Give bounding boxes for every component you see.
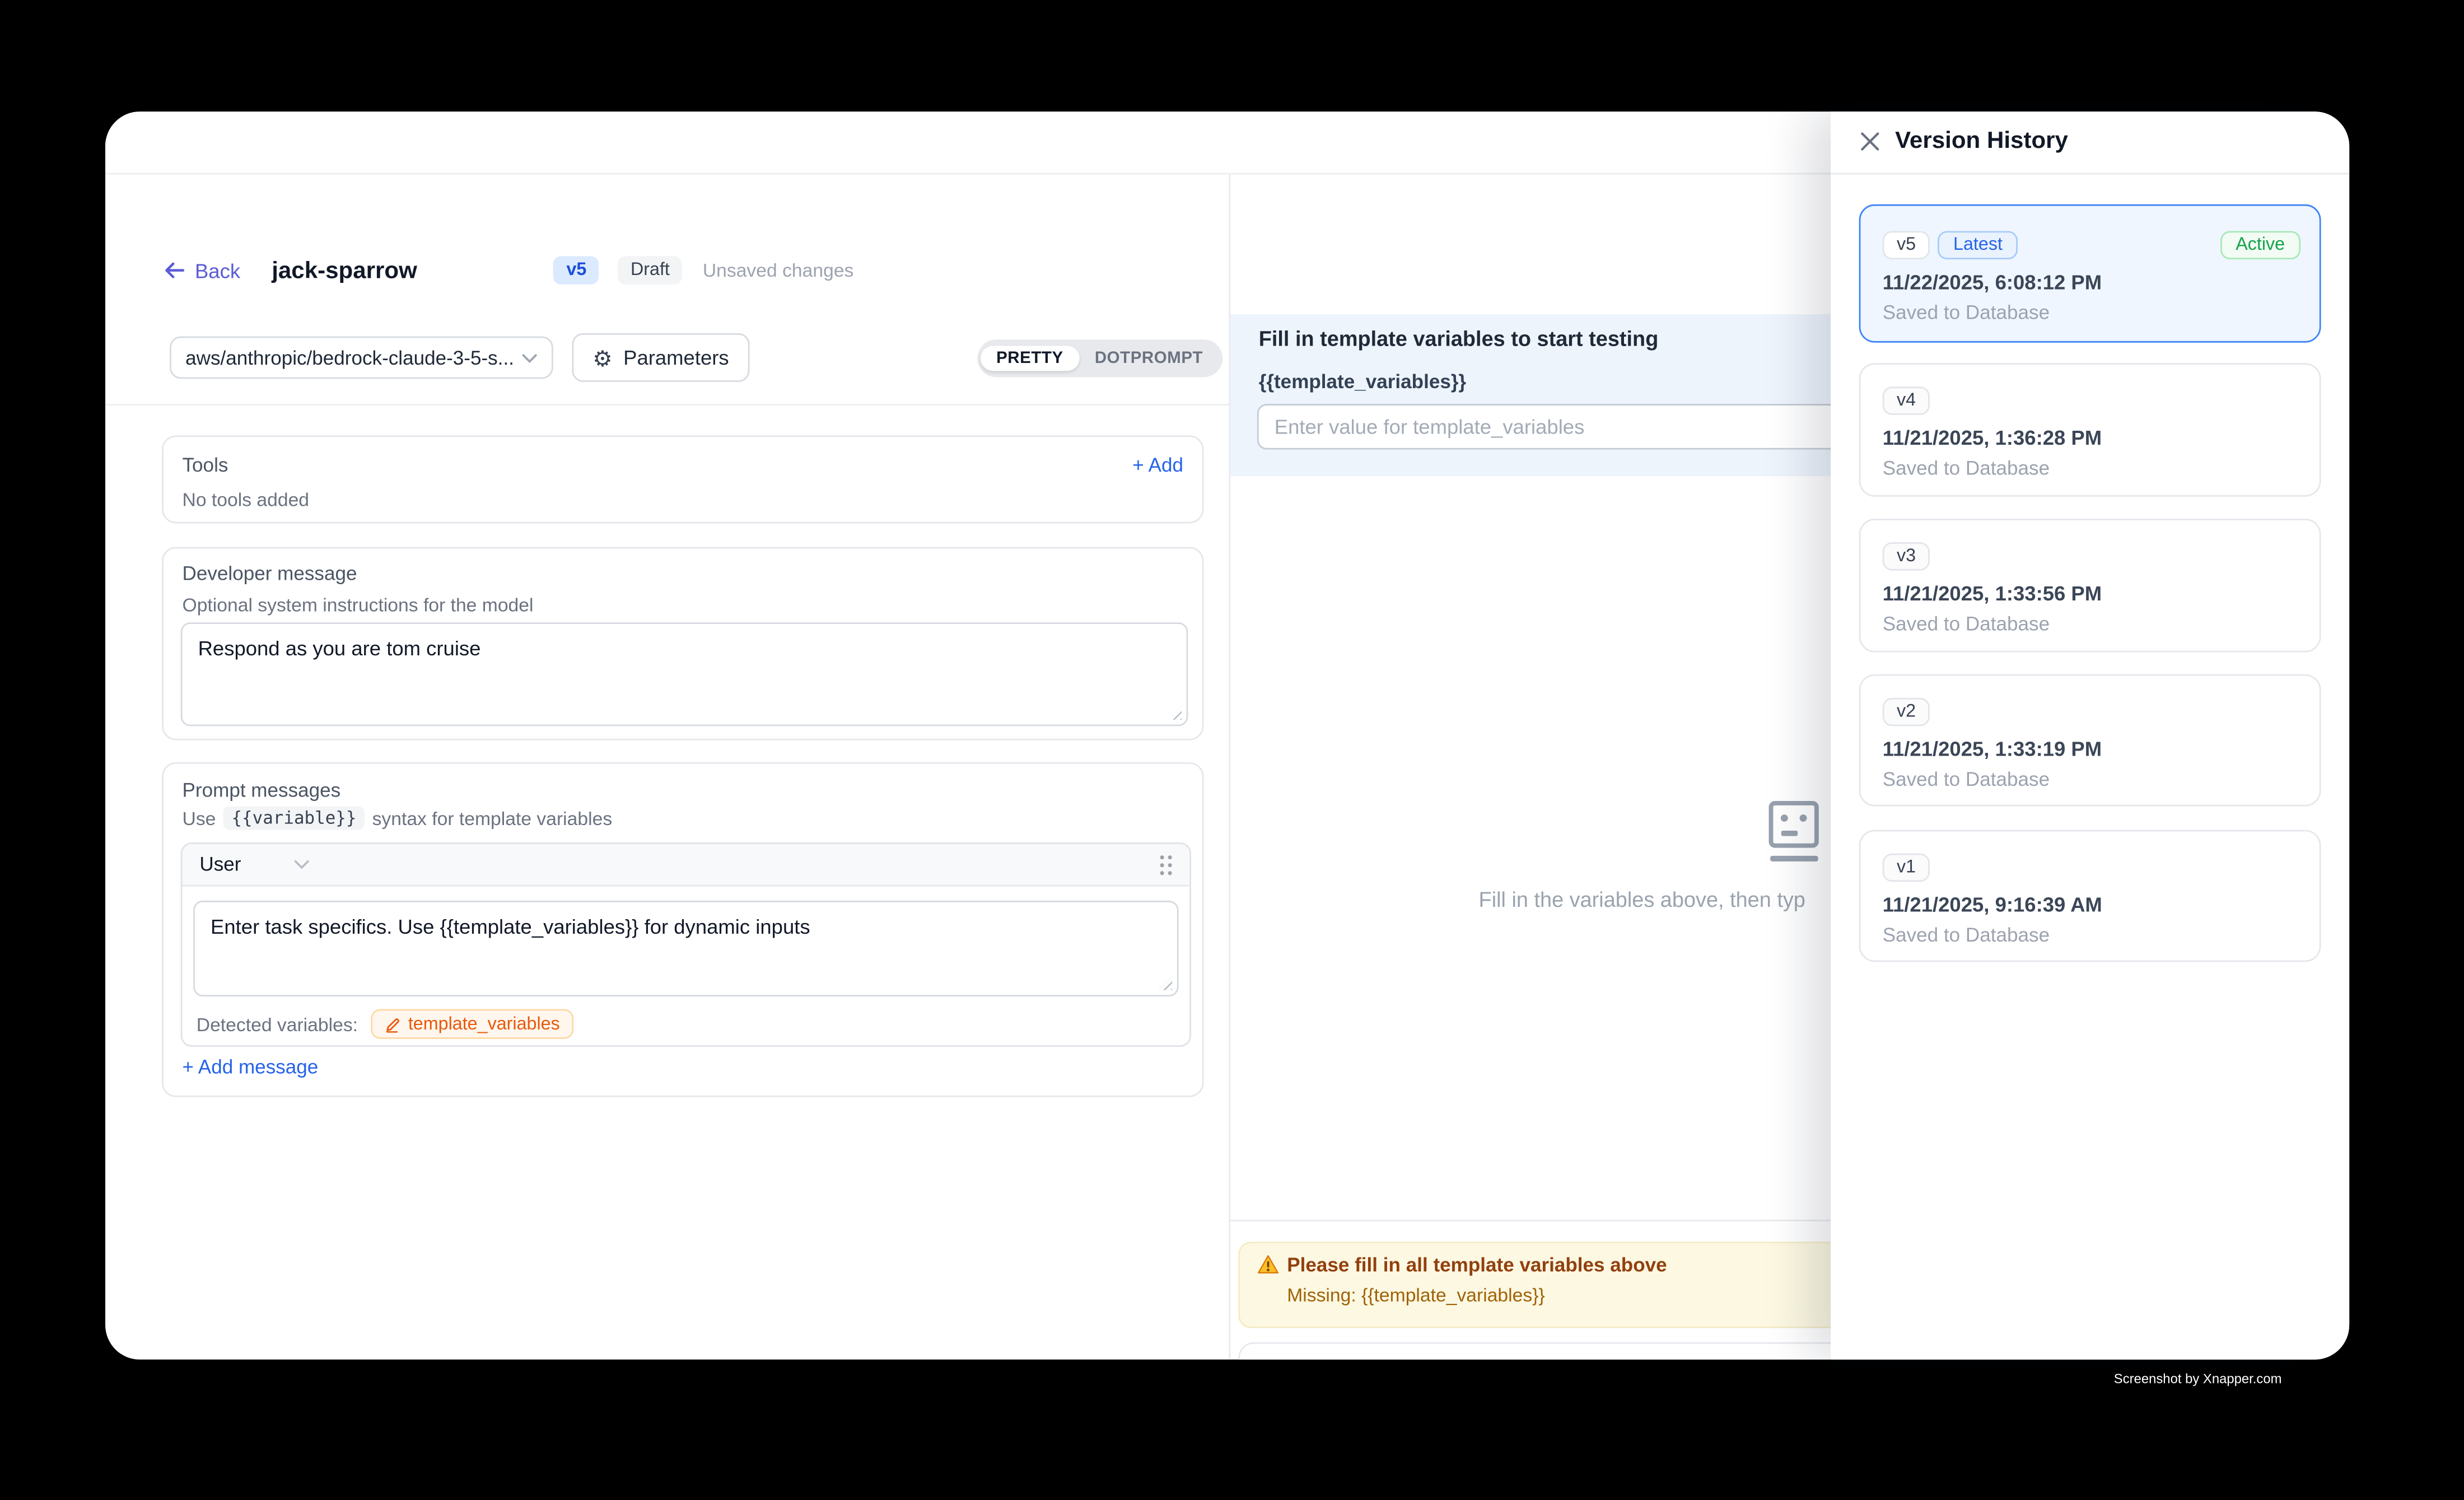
empty-state-text: Fill in the variables above, then typ [1479, 888, 1805, 911]
parameters-label: Parameters [623, 346, 729, 369]
prompt-messages-title: Prompt messages [183, 780, 341, 802]
role-select[interactable]: User [199, 854, 310, 875]
version-badge: v5 [554, 256, 599, 285]
active-badge: Active [2220, 231, 2300, 259]
version-date: 11/21/2025, 1:36:28 PM [1883, 426, 2102, 449]
version-chip: v3 [1883, 542, 1930, 571]
warning-triangle-icon [1257, 1254, 1279, 1274]
fill-variables-title: Fill in template variables to start test… [1259, 327, 1659, 351]
back-arrow-icon [164, 261, 185, 280]
developer-message-card: Developer message Optional system instru… [162, 547, 1203, 740]
back-button[interactable]: Back [164, 259, 240, 282]
warning-detail: Missing: {{template_variables}} [1287, 1284, 1545, 1306]
version-chip: v4 [1883, 386, 1930, 415]
version-date: 11/21/2025, 1:33:19 PM [1883, 737, 2102, 761]
message-block: User Enter task specifics. Use {{templat… [181, 842, 1191, 1047]
version-card-v3[interactable]: v3 11/21/2025, 1:33:56 PM Saved to Datab… [1859, 519, 2321, 653]
user-message-input[interactable]: Enter task specifics. Use {{template_var… [193, 901, 1178, 996]
prompt-messages-card: Prompt messages Use {{variable}} syntax … [162, 762, 1203, 1097]
syntax-suffix: syntax for template variables [372, 807, 613, 829]
watermark-text: Screenshot by Xnapper.com [2114, 1371, 2282, 1386]
unsaved-changes-text: Unsaved changes [703, 259, 854, 281]
detected-variables-row: Detected variables: template_variables [197, 1009, 574, 1039]
version-status: Saved to Database [1883, 924, 2050, 946]
version-chip: v2 [1883, 698, 1930, 726]
screenshot-stage: Back jack-sparrow v5 Draft Unsaved chang… [0, 0, 2464, 1500]
developer-message-subtitle: Optional system instructions for the mod… [183, 594, 534, 616]
version-chip: v1 [1883, 854, 1930, 882]
chevron-down-icon [522, 353, 538, 362]
view-mode-toggle: PRETTY DOTPROMPT [977, 339, 1221, 377]
add-tool-button[interactable]: + Add [1132, 454, 1183, 476]
detected-variables-label: Detected variables: [197, 1013, 358, 1035]
template-variable-name: template_variables [408, 1014, 560, 1033]
developer-message-input[interactable]: Respond as you are tom cruise [181, 622, 1188, 726]
version-status: Saved to Database [1883, 613, 2050, 635]
version-history-title: Version History [1895, 127, 2068, 154]
version-status: Saved to Database [1883, 302, 2050, 324]
toggle-pretty[interactable]: PRETTY [981, 346, 1079, 371]
version-date: 11/21/2025, 9:16:39 AM [1883, 893, 2102, 916]
version-card-v1[interactable]: v1 11/21/2025, 9:16:39 AM Saved to Datab… [1859, 830, 2321, 962]
pencil-icon [385, 1016, 400, 1032]
version-card-v4[interactable]: v4 11/21/2025, 1:36:28 PM Saved to Datab… [1859, 363, 2321, 497]
breadcrumb-row: Back jack-sparrow v5 Draft Unsaved chang… [164, 247, 854, 294]
variable-syntax-chip: {{variable}} [223, 807, 364, 830]
version-card-v2[interactable]: v2 11/21/2025, 1:33:19 PM Saved to Datab… [1859, 674, 2321, 807]
drag-handle-icon[interactable] [1158, 854, 1172, 875]
message-block-header: User [183, 844, 1190, 887]
warning-title: Please fill in all template variables ab… [1287, 1254, 1667, 1276]
latest-badge: Latest [1938, 231, 2018, 259]
chevron-down-icon [295, 860, 310, 869]
version-card-v5[interactable]: v5 Latest Active 11/22/2025, 6:08:12 PM … [1859, 204, 2321, 343]
syntax-prefix: Use [183, 807, 216, 829]
parameters-button[interactable]: ⚙ Parameters [572, 333, 749, 382]
developer-message-title: Developer message [183, 563, 357, 585]
page-title: jack-sparrow [272, 257, 417, 284]
version-history-panel: Version History v5 Latest Active 11/22/2… [1831, 111, 2349, 1359]
syntax-hint: Use {{variable}} syntax for template var… [183, 807, 613, 830]
close-icon[interactable] [1859, 131, 1881, 152]
version-status: Saved to Database [1883, 768, 2050, 790]
draft-badge: Draft [618, 256, 683, 285]
version-date: 11/21/2025, 1:33:56 PM [1883, 581, 2102, 605]
toggle-dotprompt[interactable]: DOTPROMPT [1079, 346, 1219, 371]
back-label: Back [195, 259, 240, 282]
version-date: 11/22/2025, 6:08:12 PM [1883, 271, 2102, 294]
template-variable-label: {{template_variables}} [1259, 371, 1466, 393]
model-select[interactable]: aws/anthropic/bedrock-claude-3-5-s... [170, 337, 553, 379]
version-chip: v5 [1883, 231, 1930, 259]
gear-icon: ⚙ [592, 347, 612, 369]
robot-face-icon [1766, 799, 1823, 865]
version-history-header: Version History [1831, 111, 2349, 174]
role-select-value: User [199, 854, 241, 875]
tools-empty-text: No tools added [183, 489, 310, 511]
toolbar-divider [105, 404, 1229, 406]
tools-card: Tools + Add No tools added [162, 435, 1203, 523]
template-variable-badge[interactable]: template_variables [370, 1009, 573, 1039]
version-status: Saved to Database [1883, 458, 2050, 479]
model-select-value: aws/anthropic/bedrock-claude-3-5-s... [185, 347, 522, 369]
tools-title: Tools [183, 454, 228, 476]
add-message-button[interactable]: + Add message [183, 1056, 319, 1078]
